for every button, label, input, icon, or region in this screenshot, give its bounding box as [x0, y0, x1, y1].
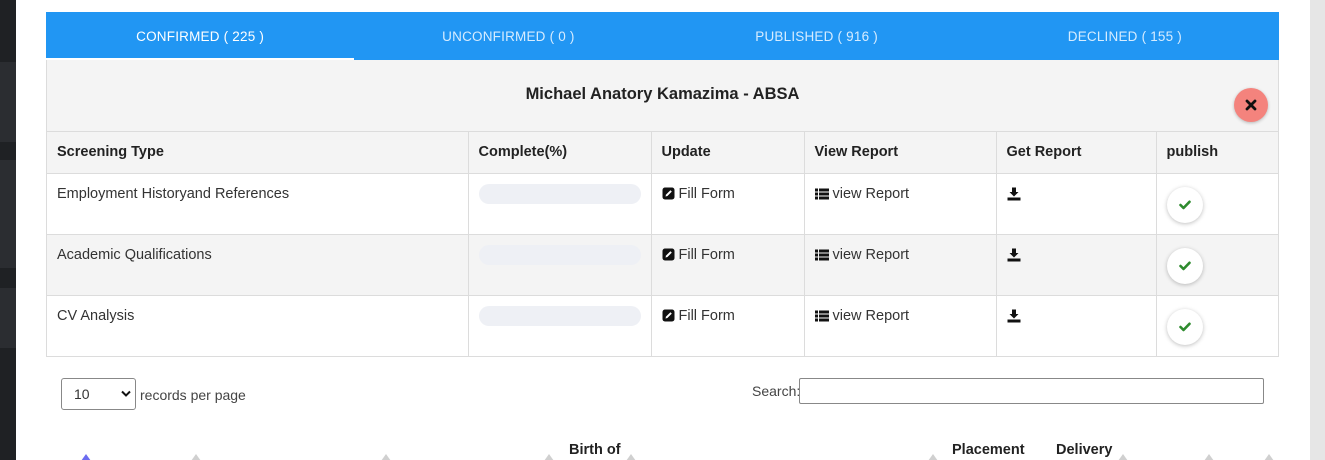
table-header-row: Screening Type Complete(%) Update View R… [47, 132, 1278, 174]
sort-icon[interactable] [381, 454, 391, 460]
scrollbar-track[interactable] [1310, 0, 1325, 460]
status-tabs: CONFIRMED ( 225 ) UNCONFIRMED ( 0 ) PUBL… [46, 12, 1279, 60]
update-cell: Fill Form [651, 173, 805, 235]
next-table-header: Birth of Placement Delivery [46, 432, 1279, 460]
update-cell: Fill Form [651, 234, 805, 296]
view-report-link[interactable]: view Report [814, 247, 909, 263]
screening-type: Employment Historyand References [47, 173, 469, 235]
progress-bar [478, 183, 641, 204]
publish-cell [1156, 234, 1278, 296]
publish-button[interactable] [1166, 308, 1203, 345]
records-per-page-select[interactable]: 10 [61, 378, 136, 410]
check-icon [1178, 261, 1191, 270]
check-icon [1178, 322, 1191, 331]
complete-cell [468, 234, 652, 296]
get-report-cell [996, 173, 1157, 235]
column-header: Complete(%) [468, 132, 652, 174]
table-row: CV Analysis Fill Form view Report [47, 295, 1278, 356]
column-header: publish [1156, 132, 1278, 174]
progress-bar [478, 244, 641, 265]
view-report-link[interactable]: view Report [814, 308, 909, 324]
sort-icon[interactable] [191, 454, 201, 460]
fill-form-link[interactable]: Fill Form [662, 247, 735, 263]
sort-icon[interactable] [928, 454, 938, 460]
table-controls: 10 records per page Search: [61, 378, 1264, 412]
column-header: Birth of [569, 442, 621, 458]
list-icon [814, 310, 829, 321]
publish-cell [1156, 173, 1278, 235]
close-button[interactable] [1234, 88, 1268, 122]
publish-button[interactable] [1166, 186, 1203, 223]
records-per-page-label: records per page [140, 387, 246, 403]
fill-form-link[interactable]: Fill Form [662, 186, 735, 202]
check-icon [1178, 200, 1191, 209]
get-report-cell [996, 234, 1157, 296]
search-label: Search: [752, 383, 801, 399]
edit-icon [662, 248, 674, 261]
fill-form-link[interactable]: Fill Form [662, 308, 735, 324]
table-row: Academic Qualifications Fill Form view R… [47, 234, 1278, 296]
sort-icon[interactable] [544, 454, 554, 460]
chevron-down-icon [121, 390, 131, 397]
column-header: Get Report [996, 132, 1157, 174]
sidebar-segment [0, 160, 16, 268]
panel-title: Michael Anatory Kamazima - ABSA [525, 85, 800, 103]
view-report-cell: view Report [804, 173, 997, 235]
update-cell: Fill Form [651, 295, 805, 356]
sort-icon[interactable] [1264, 454, 1274, 460]
download-icon[interactable] [1007, 248, 1021, 262]
column-header: Update [651, 132, 805, 174]
list-icon [814, 249, 829, 260]
view-report-link[interactable]: view Report [814, 186, 909, 202]
sidebar-segment [0, 288, 16, 348]
sort-asc-icon[interactable] [81, 454, 91, 460]
publish-cell [1156, 295, 1278, 356]
sidebar-segment [0, 62, 16, 142]
screening-type: Academic Qualifications [47, 234, 469, 296]
progress-bar [478, 305, 641, 326]
column-header: Delivery [1056, 442, 1113, 458]
download-icon[interactable] [1007, 309, 1021, 323]
get-report-cell [996, 295, 1157, 356]
column-header: Screening Type [47, 132, 469, 174]
column-header: View Report [804, 132, 997, 174]
panel-header: Michael Anatory Kamazima - ABSA [47, 60, 1278, 132]
download-icon[interactable] [1007, 187, 1021, 201]
column-header: Placement [952, 442, 1025, 458]
screening-type: CV Analysis [47, 295, 469, 356]
view-report-cell: view Report [804, 234, 997, 296]
tab-published[interactable]: PUBLISHED ( 916 ) [663, 12, 971, 60]
sidebar-edge [0, 0, 16, 460]
tab-declined[interactable]: DECLINED ( 155 ) [971, 12, 1279, 60]
table-row: Employment Historyand References Fill Fo… [47, 173, 1278, 235]
search-input[interactable] [799, 378, 1264, 404]
screening-table: Screening Type Complete(%) Update View R… [47, 132, 1278, 356]
complete-cell [468, 295, 652, 356]
sort-icon[interactable] [1204, 454, 1214, 460]
tab-confirmed[interactable]: CONFIRMED ( 225 ) [46, 12, 355, 60]
list-icon [814, 188, 829, 199]
close-icon [1245, 99, 1257, 111]
sort-icon[interactable] [626, 454, 636, 460]
sort-icon[interactable] [1118, 454, 1128, 460]
edit-icon [662, 187, 674, 200]
edit-icon [662, 309, 674, 322]
complete-cell [468, 173, 652, 235]
tab-unconfirmed[interactable]: UNCONFIRMED ( 0 ) [354, 12, 662, 60]
publish-button[interactable] [1166, 247, 1203, 284]
view-report-cell: view Report [804, 295, 997, 356]
screening-panel: Michael Anatory Kamazima - ABSA Screenin… [46, 60, 1279, 357]
